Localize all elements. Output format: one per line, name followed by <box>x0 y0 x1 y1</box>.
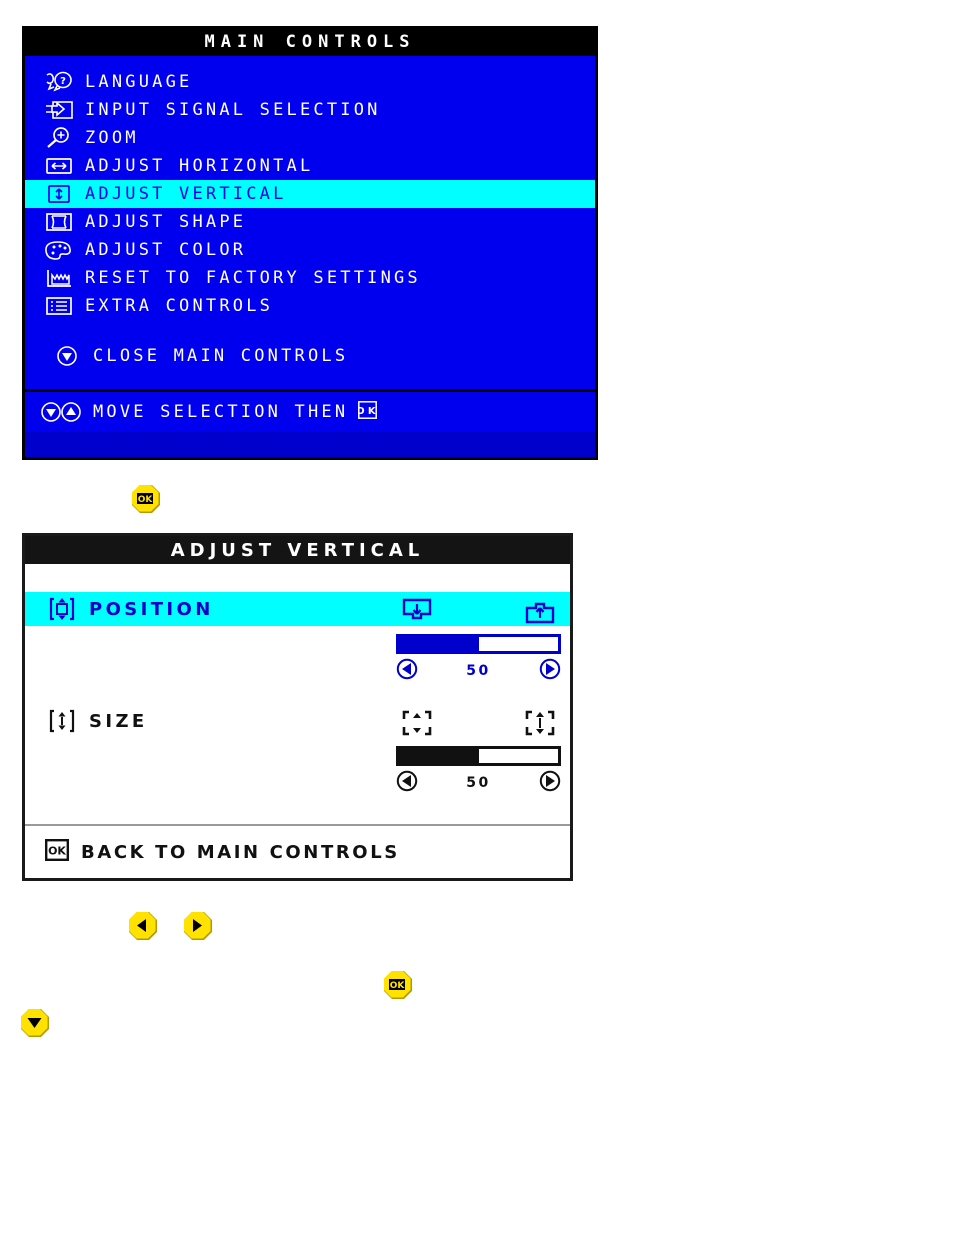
menu-item-language[interactable]: ? LANGUAGE <box>25 68 595 96</box>
size-slider-track[interactable] <box>396 746 561 766</box>
menu-item-label: ZOOM <box>85 128 139 148</box>
down-arrow-button[interactable] <box>20 1008 50 1038</box>
position-value: 50 <box>466 663 491 679</box>
position-slider-track[interactable] <box>396 634 561 654</box>
menu-item-adjust-shape[interactable]: ADJUST SHAPE <box>25 208 595 236</box>
size-value: 50 <box>466 775 491 791</box>
menu-item-zoom[interactable]: ZOOM <box>25 124 595 152</box>
row-size-label: SIZE <box>89 710 148 732</box>
adjust-horizontal-icon <box>39 154 79 178</box>
svg-text:?: ? <box>60 76 66 87</box>
right-arrow-button[interactable] <box>183 911 213 941</box>
menu-item-extra-controls[interactable]: EXTRA CONTROLS <box>25 292 595 320</box>
menu-item-label: EXTRA CONTROLS <box>85 296 274 316</box>
ok-button-1[interactable]: OK <box>131 484 161 514</box>
input-signal-icon <box>39 98 79 122</box>
size-decrease-button[interactable] <box>396 770 418 796</box>
menu-item-label: RESET TO FACTORY SETTINGS <box>85 268 421 288</box>
ok-button-2[interactable]: OK <box>383 970 413 1000</box>
svg-text:OK: OK <box>48 845 66 858</box>
footer-hint-label: MOVE SELECTION THEN <box>93 402 349 422</box>
position-slider-fill <box>399 637 479 651</box>
main-controls-footer: MOVE SELECTION THEN OK <box>25 392 595 432</box>
menu-item-label: LANGUAGE <box>85 72 193 92</box>
back-to-main-controls-item[interactable]: OK BACK TO MAIN CONTROLS <box>25 826 570 878</box>
adjust-color-icon <box>39 238 79 262</box>
row-size[interactable]: SIZE <box>25 704 570 738</box>
size-shrink-button[interactable] <box>400 709 434 737</box>
size-expand-button[interactable] <box>523 709 557 737</box>
position-decrease-button[interactable] <box>396 658 418 684</box>
position-move-down-button[interactable] <box>400 597 434 625</box>
position-move-up-button[interactable] <box>523 597 557 625</box>
back-to-main-controls-label: BACK TO MAIN CONTROLS <box>81 841 400 863</box>
footer-arrows-icon <box>39 400 85 424</box>
menu-item-label: ADJUST COLOR <box>85 240 247 260</box>
row-position-label: POSITION <box>89 598 214 620</box>
extra-controls-icon <box>39 294 79 318</box>
vertical-position-icon <box>39 596 85 622</box>
adjust-vertical-rows: POSITION 50 SIZE 50 <box>25 564 570 826</box>
menu-item-label: ADJUST VERTICAL <box>85 184 287 204</box>
adjust-vertical-osd-panel: ADJUST VERTICAL POSITION 50 SIZE 50 OK B… <box>22 533 573 881</box>
svg-text:OK: OK <box>138 495 154 505</box>
menu-item-adjust-vertical[interactable]: ADJUST VERTICAL <box>25 180 595 208</box>
position-slider-controls: 50 <box>396 658 561 684</box>
menu-item-close-main-controls[interactable]: CLOSE MAIN CONTROLS <box>25 342 595 370</box>
menu-item-input-signal-selection[interactable]: INPUT SIGNAL SELECTION <box>25 96 595 124</box>
size-slider-controls: 50 <box>396 770 561 796</box>
left-arrow-button[interactable] <box>128 911 158 941</box>
position-increase-button[interactable] <box>539 658 561 684</box>
menu-item-reset-to-factory-settings[interactable]: RESET TO FACTORY SETTINGS <box>25 264 595 292</box>
menu-item-label: ADJUST SHAPE <box>85 212 247 232</box>
main-controls-menu-list: ? LANGUAGE INPUT SIGNAL SELECTION ZOOM A… <box>25 54 595 392</box>
size-slider-fill <box>399 749 479 763</box>
zoom-icon <box>39 126 79 150</box>
ok-icon: OK <box>356 400 378 424</box>
size-slider-group[interactable]: 50 <box>396 746 561 796</box>
menu-item-label: INPUT SIGNAL SELECTION <box>85 100 381 120</box>
menu-item-label: CLOSE MAIN CONTROLS <box>93 346 349 366</box>
footer-hint: MOVE SELECTION THEN OK <box>93 400 378 424</box>
vertical-size-icon <box>39 708 85 734</box>
main-controls-title: MAIN CONTROLS <box>25 29 595 54</box>
size-increase-button[interactable] <box>539 770 561 796</box>
main-controls-osd-panel: MAIN CONTROLS ? LANGUAGE INPUT SIGNAL SE… <box>22 26 598 460</box>
language-icon: ? <box>39 70 79 94</box>
menu-item-adjust-horizontal[interactable]: ADJUST HORIZONTAL <box>25 152 595 180</box>
position-slider-group[interactable]: 50 <box>396 634 561 684</box>
reset-factory-icon <box>39 266 79 290</box>
menu-spacer <box>25 320 595 342</box>
menu-item-adjust-color[interactable]: ADJUST COLOR <box>25 236 595 264</box>
menu-item-label: ADJUST HORIZONTAL <box>85 156 314 176</box>
adjust-shape-icon <box>39 210 79 234</box>
adjust-vertical-icon <box>39 182 79 206</box>
adjust-vertical-title: ADJUST VERTICAL <box>25 536 570 564</box>
down-arrow-icon <box>47 344 87 368</box>
row-position[interactable]: POSITION <box>25 592 570 626</box>
svg-text:OK: OK <box>390 981 406 991</box>
svg-text:OK: OK <box>358 406 377 417</box>
ok-icon: OK <box>45 839 70 865</box>
